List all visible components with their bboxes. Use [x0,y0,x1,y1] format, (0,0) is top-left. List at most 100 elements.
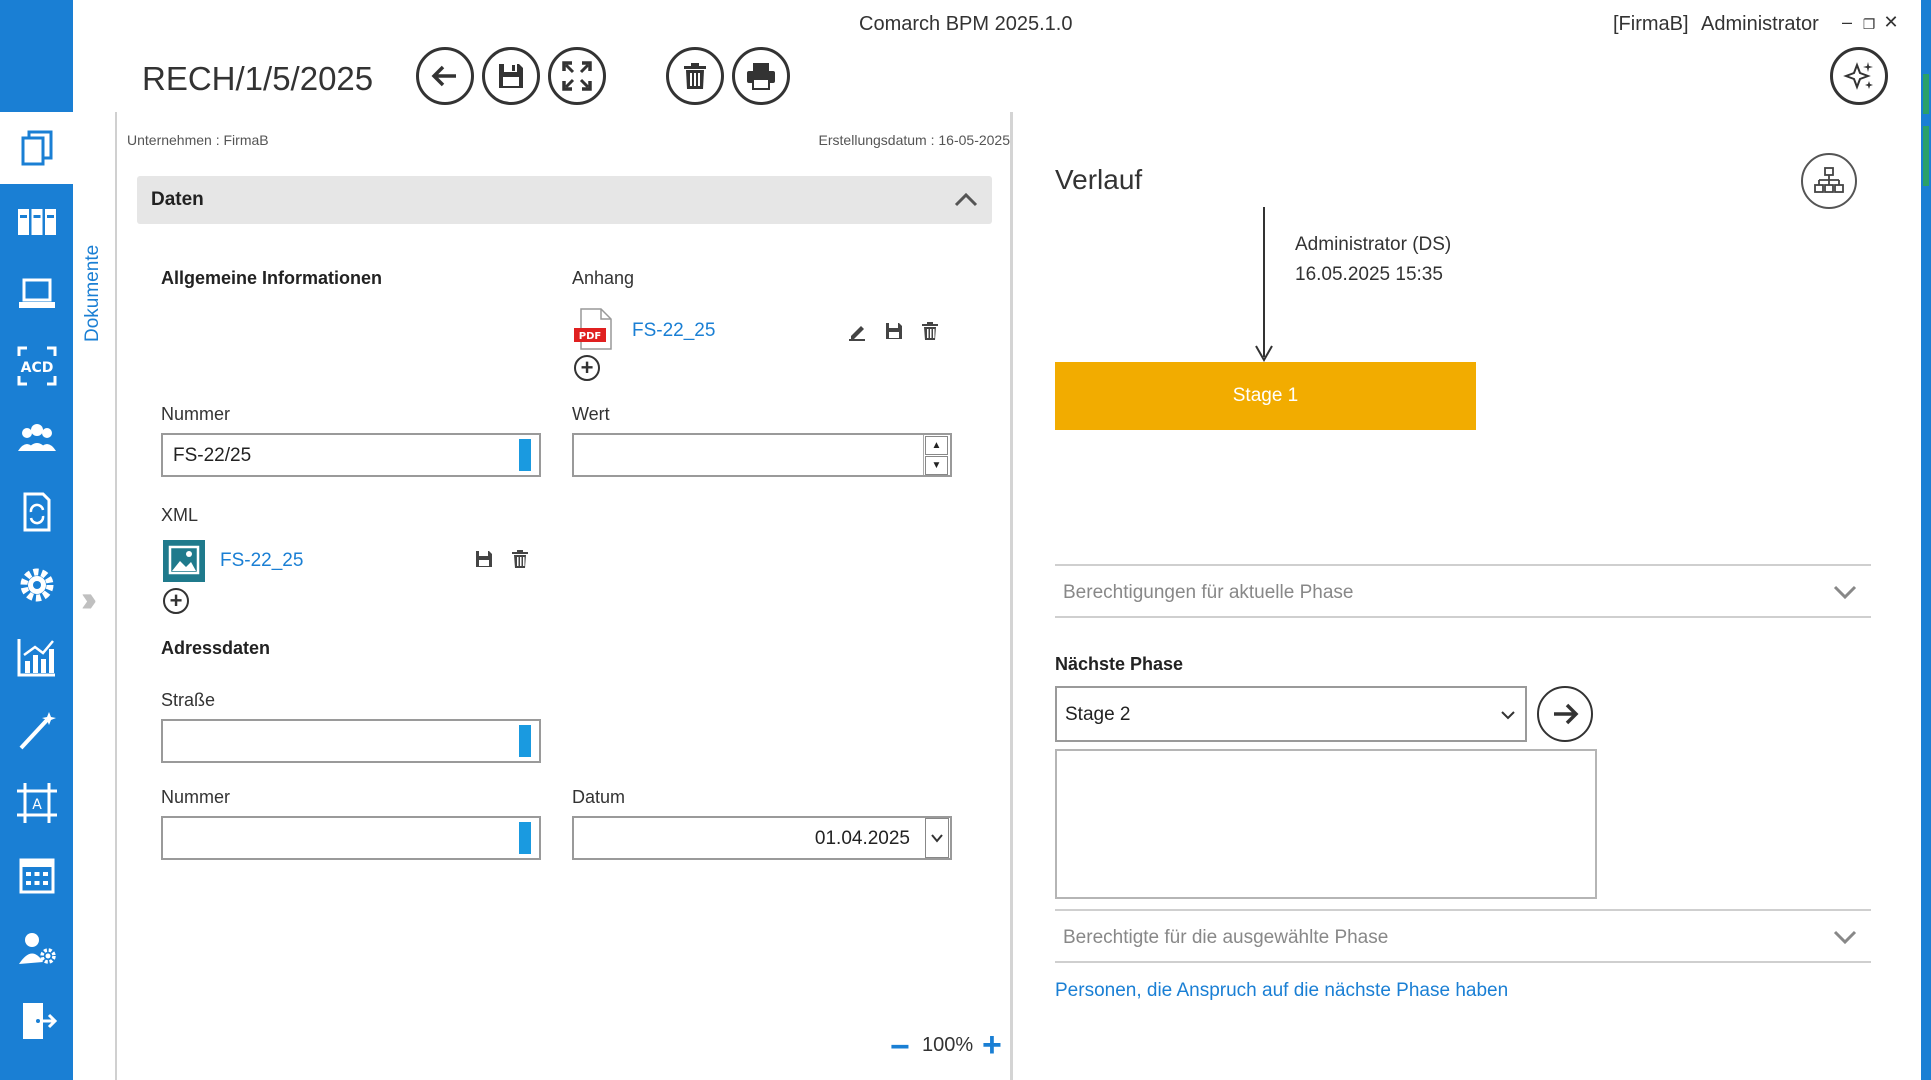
magic-wand-icon [19,712,56,750]
logout-icon [22,1003,57,1039]
phase-comment-textarea[interactable] [1055,749,1597,899]
back-arrow-icon [431,65,456,87]
template-designer-icon: A [16,783,57,823]
documents-side-tab[interactable]: Dokumente [73,112,117,1080]
street-input[interactable] [161,719,541,763]
street-label: Straße [161,690,216,710]
sparkles-icon [1843,62,1873,90]
nav-reports[interactable] [0,621,73,693]
nav-calendar[interactable] [0,840,73,912]
add-attachment-button[interactable]: + [574,355,600,381]
minimize-button[interactable]: – [1837,12,1857,33]
svg-text:A: A [32,797,42,813]
permissions-current-expander[interactable]: Berechtigungen für aktuelle Phase [1055,564,1871,618]
xml-file-link[interactable]: FS-22_25 [220,550,303,572]
required-indicator [519,822,531,854]
chevron-down-icon [931,834,943,843]
nav-settings[interactable] [0,549,73,621]
fullscreen-button[interactable] [548,47,606,105]
restore-button[interactable]: ❐ [1859,16,1879,33]
value-label: Wert [572,404,610,424]
assistant-button[interactable] [1830,47,1888,105]
window-edge [1921,0,1931,1080]
app-title: Comarch BPM 2025.1.0 [859,13,1073,35]
section-title: Daten [151,189,204,210]
app-window: ACD A Comarch BPM 2025.1.0 [FirmaB] Admi… [0,0,1931,1080]
nav-users[interactable] [0,403,73,475]
arrow-right-icon [1554,703,1579,725]
permissions-current-label: Berechtigungen für aktuelle Phase [1063,582,1354,603]
save-icon [499,64,523,88]
nav-user-settings[interactable] [0,912,73,984]
spinner-down-icon[interactable]: ▼ [925,456,948,475]
next-phase-label: Nächste Phase [1055,654,1184,674]
go-next-phase-button[interactable] [1537,686,1593,742]
nav-logout[interactable] [0,985,73,1057]
attachment-file-link[interactable]: FS-22_25 [632,320,715,342]
settings-gear-icon [20,568,53,602]
nav-template-designer[interactable]: A [0,767,73,839]
close-button[interactable]: ✕ [1881,12,1901,33]
persons-entitled-link[interactable]: Personen, die Anspruch auf die nächste P… [1055,980,1508,1002]
number-label: Nummer [161,404,231,424]
nav-documents[interactable] [0,112,73,184]
chevron-down-icon [1833,585,1857,600]
edit-attachment-icon[interactable] [847,320,869,342]
expand-panel-icon[interactable]: ›› [81,578,97,620]
nav-workflow-docs[interactable] [0,476,73,548]
user-name[interactable]: Administrator [1701,13,1819,36]
zoom-out-button[interactable]: − [890,1030,910,1064]
zoom-in-button[interactable]: + [982,1028,1002,1062]
documents-tab-label: Dokumente [82,244,103,342]
permitted-selected-expander[interactable]: Berechtigte für die ausgewählte Phase [1055,909,1871,963]
pdf-file-icon: PDF [574,308,612,350]
date-input[interactable]: 01.04.2025 [572,816,952,860]
history-panel: Verlauf Administrator (DS) 16.05.2025 15… [1013,112,1921,1080]
flow-connector [1263,207,1265,357]
back-button[interactable] [416,47,474,105]
history-entry-date: 16.05.2025 15:35 [1295,264,1443,285]
next-phase-select[interactable]: Stage 2 [1055,686,1527,742]
nav-laptop[interactable] [0,258,73,330]
nav-rail: ACD A [0,0,73,1080]
number-input[interactable]: FS-22/25 [161,433,541,477]
delete-xml-icon[interactable] [509,548,531,570]
print-button[interactable] [732,47,790,105]
add-xml-button[interactable]: + [163,588,189,614]
delete-button[interactable] [666,47,724,105]
nav-ocr[interactable]: ACD [0,330,73,402]
org-chart-icon [1814,167,1844,193]
reports-chart-icon [17,639,55,677]
value-input[interactable] [572,433,952,477]
save-xml-icon[interactable] [473,548,495,570]
attachment-label: Anhang [572,268,635,288]
image-file-icon [163,540,205,582]
chevron-up-icon [954,192,978,207]
house-number-input[interactable] [161,816,541,860]
chevron-down-icon [1833,930,1857,945]
calendar-icon [19,858,54,894]
edge-marker [1923,74,1929,114]
history-entry-user: Administrator (DS) [1295,234,1452,255]
pdf-badge: PDF [579,331,601,342]
spinner-up-icon[interactable]: ▲ [925,436,948,455]
chevron-down-icon [1501,711,1515,720]
next-phase-value: Stage 2 [1065,704,1131,725]
laptop-icon [18,278,55,308]
nav-library[interactable] [0,185,73,257]
save-button[interactable] [482,47,540,105]
permitted-selected-label: Berechtigte für die ausgewählte Phase [1063,927,1389,948]
date-picker-button[interactable] [925,818,949,858]
form-panel: Unternehmen : FirmaB Erstellungsdatum : … [117,112,1010,1080]
delete-attachment-icon[interactable] [919,320,941,342]
history-title: Verlauf [1055,164,1143,195]
workflow-diagram-button[interactable] [1801,153,1857,209]
save-attachment-icon[interactable] [883,320,905,342]
created-date-meta: Erstellungsdatum : 16-05-2025 [818,132,1010,148]
value-spinner[interactable]: ▲ ▼ [923,435,949,475]
documents-icon [21,130,52,166]
nav-wizard[interactable] [0,694,73,766]
section-header-data[interactable]: Daten [137,176,992,224]
current-stage-box[interactable]: Stage 1 [1055,362,1476,430]
header-bar: Comarch BPM 2025.1.0 [FirmaB] Administra… [73,0,1921,112]
